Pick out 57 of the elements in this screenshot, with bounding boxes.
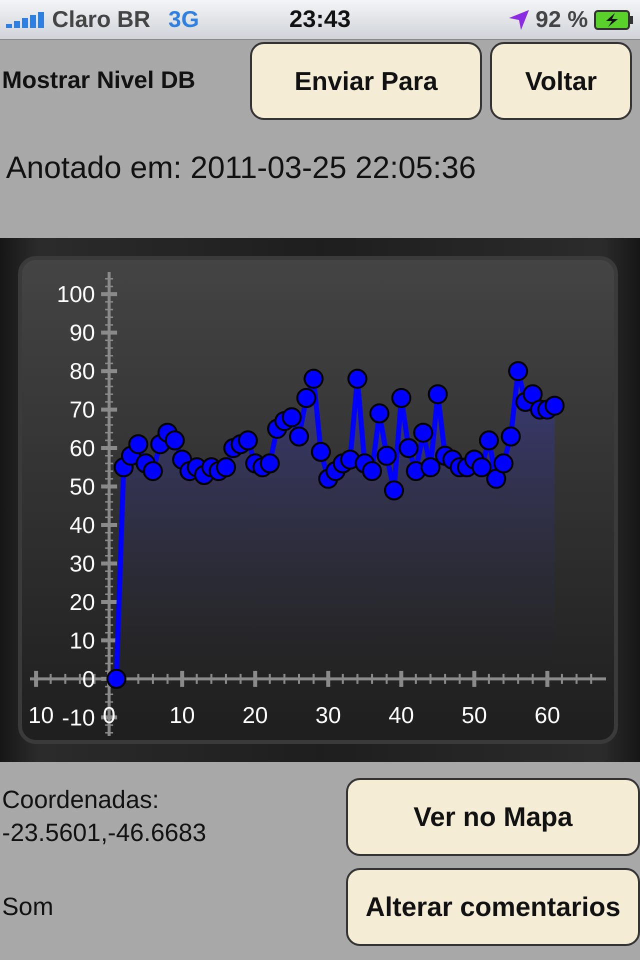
tick-label: 30 <box>70 550 96 576</box>
nav-button[interactable]: Enviar Para <box>250 42 482 120</box>
coordinates-value: -23.5601,-46.6683 <box>2 819 206 848</box>
timestamp-text: Anotado em: 2011-03-25 22:05:36 <box>5 149 477 187</box>
data-point <box>304 368 324 389</box>
tick-label: 40 <box>70 512 96 538</box>
map-button[interactable]: Ver no Mapa <box>346 778 640 856</box>
data-point <box>544 396 565 416</box>
data-point <box>128 434 148 454</box>
data-point <box>310 442 331 462</box>
data-point <box>428 384 448 404</box>
data-point <box>376 446 397 466</box>
data-point <box>164 430 185 450</box>
tick-label: 20 <box>70 588 96 615</box>
coordinates-label: Coordenadas: <box>2 786 160 815</box>
tick-label: 80 <box>70 358 96 384</box>
data-point <box>282 407 302 428</box>
data-point <box>289 426 309 446</box>
data-point <box>369 403 390 424</box>
data-point <box>478 430 499 450</box>
data-point <box>398 438 419 458</box>
tick-label: 70 <box>70 396 96 423</box>
data-point <box>142 461 163 482</box>
data-point <box>486 468 506 489</box>
tick-label: 50 <box>70 474 96 500</box>
tick-label: 0 <box>82 666 96 692</box>
data-point <box>238 430 258 450</box>
tick-label: 100 <box>56 281 96 308</box>
battery-percent: 92 % <box>536 6 588 33</box>
tick-label: 10 <box>169 702 195 728</box>
sound-label: Som <box>2 892 54 922</box>
signal-icon <box>6 12 46 28</box>
tick-label: -10 <box>62 704 96 730</box>
data-point <box>106 668 126 689</box>
battery-icon <box>594 10 634 30</box>
clock-time: 23:43 <box>289 6 351 34</box>
screen-title: Mostrar Nivel DB <box>2 67 196 95</box>
data-point <box>413 422 434 443</box>
location-arrow-icon <box>508 8 530 30</box>
data-point <box>347 368 368 389</box>
data-point <box>472 457 492 478</box>
tick-label: 60 <box>534 702 560 728</box>
data-point <box>508 361 528 382</box>
tick-label: 90 <box>70 320 96 346</box>
tick-label: 20 <box>242 702 268 728</box>
data-point <box>260 453 280 474</box>
data-point <box>522 384 543 404</box>
nav-button[interactable]: Voltar <box>490 42 632 120</box>
tick-label: 40 <box>388 702 414 728</box>
tick-label: 30 <box>315 702 342 728</box>
comments-button[interactable]: Alterar comentarios <box>346 868 640 946</box>
tick-label: 50 <box>462 702 488 728</box>
carrier-name: Claro BR <box>52 6 150 33</box>
network-type: 3G <box>168 6 200 33</box>
tick-label: 10 <box>28 702 54 728</box>
tick-label: 60 <box>70 435 96 462</box>
tick-label: 10 <box>70 627 96 654</box>
